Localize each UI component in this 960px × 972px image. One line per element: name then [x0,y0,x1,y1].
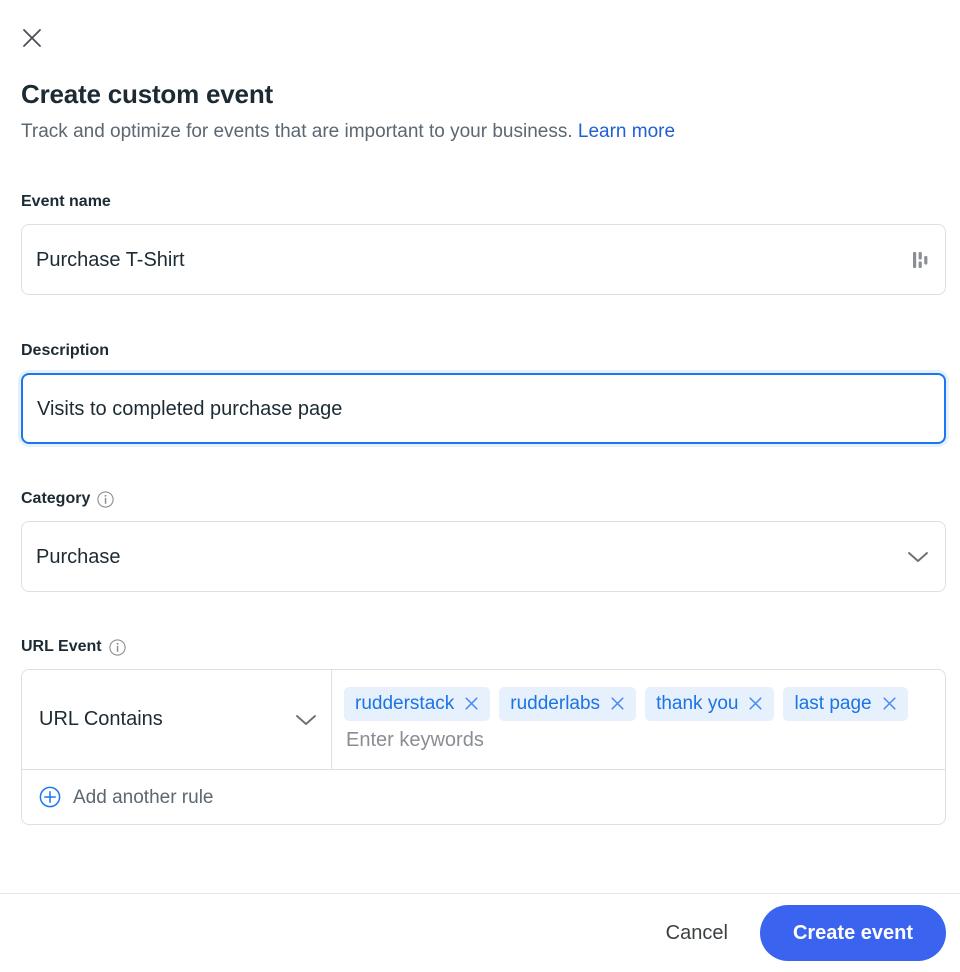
close-icon [19,25,45,51]
description-label: Description [21,341,109,361]
plus-circle-icon [39,786,61,808]
url-rule-operator-value: URL Contains [39,708,163,730]
keyword-chip: rudderlabs [499,687,637,721]
description-input[interactable]: Visits to completed purchase page [21,373,946,444]
category-label-text: Category [21,490,91,507]
category-value: Purchase [36,545,121,568]
category-label: Category [21,489,115,509]
description-label-text: Description [21,342,110,359]
add-another-rule-button[interactable]: Add another rule [22,770,945,824]
event-name-value: Purchase T-Shirt [36,248,185,271]
url-rule-operator-select[interactable]: URL Contains [22,670,332,769]
remove-keyword-icon[interactable] [881,695,898,712]
keyword-chip: last page [783,687,908,721]
dialog-footer: Cancel Create event [0,894,946,972]
page-title: Create custom event [21,79,273,109]
remove-keyword-icon[interactable] [747,695,764,712]
category-select[interactable]: Purchase [21,521,946,592]
keyword-chip: rudderstack [344,687,491,721]
chevron-down-icon[interactable] [295,713,317,727]
dialog-subtitle: Track and optimize for events that are i… [21,119,939,145]
remove-keyword-icon[interactable] [609,695,626,712]
create-custom-event-dialog: Create custom event Track and optimize f… [0,0,960,972]
add-another-rule-label: Add another rule [73,786,214,808]
url-event-rule-box: URL Contains rudderstack rudderlabs thank … [21,669,946,825]
dialog-subtitle-text: Track and optimize for events that are i… [21,121,573,142]
remove-keyword-icon[interactable] [463,695,480,712]
description-value: Visits to completed purchase page [37,397,343,420]
rule-row: URL Contains rudderstack rudderlabs thank … [22,670,945,770]
url-event-label-text: URL Event [21,638,102,655]
event-name-label-text: Event name [21,193,111,210]
keywords-input[interactable]: rudderstack rudderlabs thank you last page E… [332,670,945,769]
cancel-button[interactable]: Cancel [648,910,746,957]
learn-more-link[interactable]: Learn more [578,121,675,142]
close-dialog-button[interactable] [14,20,50,56]
dialog-header: Create custom event Track and optimize f… [21,78,939,145]
chevron-down-icon[interactable] [907,550,929,564]
keywords-placeholder: Enter keywords [346,729,484,751]
keyword-chip-label: rudderlabs [510,693,601,714]
info-icon[interactable] [108,638,126,656]
bar-chart-icon[interactable] [912,250,929,270]
event-name-label: Event name [21,192,111,212]
keyword-chip-label: rudderstack [355,693,455,714]
info-icon[interactable] [97,490,115,508]
keyword-chip: thank you [645,687,775,721]
url-event-label: URL Event [21,637,126,657]
keyword-chip-label: last page [794,693,872,714]
keyword-chip-label: thank you [656,693,739,714]
event-name-input[interactable]: Purchase T-Shirt [21,224,946,295]
create-event-button[interactable]: Create event [759,905,946,961]
